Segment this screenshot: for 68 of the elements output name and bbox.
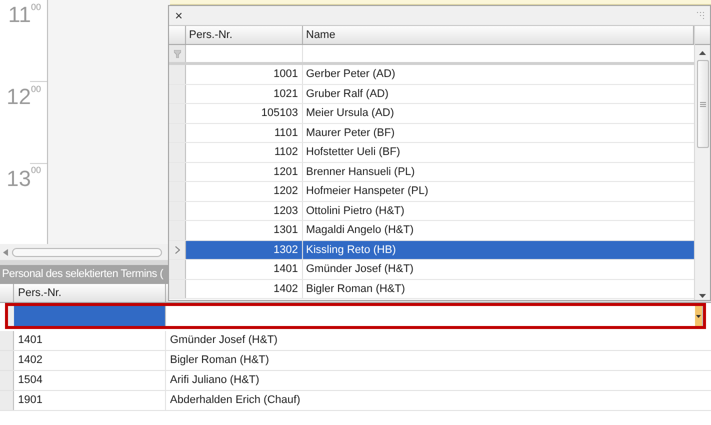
table-cell-text: Abderhalden Erich (Chauf) bbox=[169, 393, 302, 408]
close-button[interactable]: × bbox=[175, 9, 183, 22]
row-selector[interactable] bbox=[169, 280, 186, 298]
filter-icon[interactable] bbox=[174, 50, 180, 58]
row-selector[interactable] bbox=[169, 84, 186, 103]
current-row-icon bbox=[174, 246, 180, 254]
time-label: 11$^{00}$ bbox=[8, 4, 41, 29]
table-cell: 1901 bbox=[14, 391, 166, 410]
row-selector[interactable] bbox=[169, 240, 186, 259]
panel-title: Personal des selektierten Termins ( bbox=[1, 267, 164, 282]
scroll-up-icon[interactable] bbox=[699, 51, 706, 55]
table-cell[interactable]: Maurer Peter (BF) bbox=[303, 124, 694, 142]
table-cell[interactable]: 1401 bbox=[186, 260, 303, 278]
table-cell[interactable]: 1202 bbox=[186, 182, 303, 200]
dropdown-button[interactable] bbox=[695, 306, 702, 326]
table-cell[interactable]: Gruber Ralf (AD) bbox=[303, 84, 694, 103]
row-selector[interactable] bbox=[0, 371, 14, 390]
table-cell[interactable]: Ottolini Pietro (H&T) bbox=[303, 202, 694, 220]
filter-cell[interactable] bbox=[14, 306, 166, 326]
table-cell[interactable]: Hofstetter Ueli (BF) bbox=[303, 143, 694, 162]
row-selector[interactable] bbox=[169, 143, 186, 162]
table-cell[interactable]: Bigler Roman (H&T) bbox=[303, 280, 694, 298]
table-cell: 1504 bbox=[14, 371, 166, 390]
table-cell[interactable]: 1001 bbox=[186, 65, 303, 84]
table-cell[interactable]: Hofmeier Hanspeter (PL) bbox=[303, 182, 694, 200]
table-cell[interactable]: 1102 bbox=[186, 143, 303, 162]
scroll-thumb[interactable] bbox=[12, 248, 162, 256]
table-cell[interactable]: Magaldi Angelo (H&T) bbox=[303, 221, 694, 240]
row-selector[interactable] bbox=[169, 104, 186, 122]
table-cell[interactable]: Brenner Hansueli (PL) bbox=[303, 162, 694, 181]
row-selector[interactable] bbox=[0, 351, 14, 370]
table-cell[interactable]: 1201 bbox=[186, 162, 303, 181]
table-cell-text: Bigler Roman (H&T) bbox=[169, 353, 270, 368]
table-cell[interactable]: 1203 bbox=[186, 202, 303, 220]
row-selector[interactable] bbox=[169, 124, 186, 142]
table-cell[interactable]: 1101 bbox=[186, 124, 303, 142]
caret-icon bbox=[696, 314, 701, 318]
table-cell[interactable]: Gerber Peter (AD) bbox=[303, 65, 694, 84]
row-selector[interactable] bbox=[169, 260, 186, 278]
table-cell[interactable]: 1302 bbox=[186, 240, 303, 259]
table-cell[interactable]: 1301 bbox=[186, 221, 303, 240]
time-label: 13$^{00}$ bbox=[6, 168, 41, 193]
table-cell[interactable]: 1402 bbox=[186, 280, 303, 298]
table-cell-text: Arifi Juliano (H&T) bbox=[169, 373, 260, 388]
row-selector[interactable] bbox=[169, 221, 186, 240]
row-selector[interactable] bbox=[0, 391, 14, 410]
row-selector[interactable] bbox=[169, 202, 186, 220]
scroll-thumb[interactable] bbox=[696, 60, 708, 148]
grip-icon bbox=[700, 102, 706, 106]
row-selector[interactable] bbox=[169, 182, 186, 200]
scroll-down-icon[interactable] bbox=[699, 294, 706, 298]
table-cell: 1401 bbox=[14, 331, 166, 350]
table-cell[interactable]: 1021 bbox=[186, 84, 303, 103]
row-selector bbox=[8, 306, 14, 326]
row-selector[interactable] bbox=[169, 65, 186, 84]
row-selector[interactable] bbox=[0, 331, 14, 350]
column-header[interactable]: Pers.-Nr. bbox=[14, 284, 166, 302]
table-cell[interactable]: Kissling Reto (HB) bbox=[303, 240, 694, 259]
table-cell-text: Gmünder Josef (H&T) bbox=[169, 333, 279, 348]
table-cell[interactable]: Gmünder Josef (H&T) bbox=[303, 260, 694, 278]
table-cell[interactable]: 105103 bbox=[186, 104, 303, 122]
time-label: 12$^{00}$ bbox=[6, 86, 41, 112]
vertical-scrollbar[interactable] bbox=[694, 26, 710, 300]
column-header[interactable]: Pers.-Nr. bbox=[186, 26, 303, 44]
row-selector[interactable] bbox=[169, 162, 186, 181]
table-cell: 1402 bbox=[14, 351, 166, 370]
scroll-left-icon[interactable] bbox=[3, 248, 8, 256]
table-cell[interactable]: Meier Ursula (AD) bbox=[303, 104, 694, 122]
